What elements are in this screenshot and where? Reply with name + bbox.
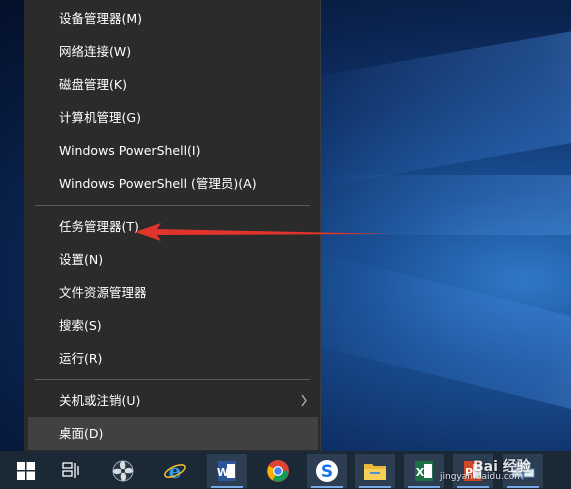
svg-text:X: X bbox=[416, 466, 425, 479]
active-app-indicator bbox=[211, 486, 243, 488]
excel-icon[interactable]: X bbox=[404, 454, 444, 488]
file-explorer-icon[interactable] bbox=[355, 454, 395, 488]
menu-item-desktop[interactable]: 桌面(D) bbox=[28, 417, 318, 450]
active-app-indicator bbox=[311, 486, 343, 488]
menu-item-network-connections[interactable]: 网络连接(W) bbox=[24, 35, 320, 68]
fan-app-icon[interactable] bbox=[103, 454, 143, 488]
sogou-icon[interactable]: S bbox=[307, 454, 347, 488]
menu-item-device-manager[interactable]: 设备管理器(M) bbox=[24, 2, 320, 35]
menu-item-file-explorer[interactable]: 文件资源管理器 bbox=[24, 276, 320, 309]
task-view-icon[interactable] bbox=[51, 454, 91, 488]
wallpaper-light-beam bbox=[290, 7, 571, 190]
windows-start-icon[interactable] bbox=[6, 454, 46, 488]
word-icon[interactable]: W bbox=[207, 454, 247, 488]
menu-separator bbox=[35, 379, 310, 380]
svg-text:S: S bbox=[321, 462, 333, 482]
menu-item-computer-management[interactable]: 计算机管理(G) bbox=[24, 101, 320, 134]
active-app-indicator bbox=[507, 486, 539, 488]
svg-text:e: e bbox=[169, 459, 182, 483]
menu-item-shutdown-signout[interactable]: 关机或注销(U) bbox=[24, 384, 320, 417]
baidu-jingyan-url: jingyan.baidu.com bbox=[440, 472, 524, 482]
menu-separator bbox=[35, 205, 310, 206]
red-annotation-arrow bbox=[135, 223, 394, 241]
active-app-indicator bbox=[408, 486, 440, 488]
menu-item-label: 关机或注销(U) bbox=[59, 393, 141, 408]
active-app-indicator bbox=[359, 486, 391, 488]
wallpaper-light-beam bbox=[289, 251, 571, 441]
menu-item-search[interactable]: 搜索(S) bbox=[24, 309, 320, 342]
menu-item-settings[interactable]: 设置(N) bbox=[24, 243, 320, 276]
menu-item-disk-management[interactable]: 磁盘管理(K) bbox=[24, 68, 320, 101]
menu-item-run[interactable]: 运行(R) bbox=[24, 342, 320, 375]
svg-text:W: W bbox=[217, 466, 229, 479]
menu-item-powershell-admin[interactable]: Windows PowerShell (管理员)(A) bbox=[24, 167, 320, 200]
chevron-right-icon bbox=[301, 394, 307, 407]
menu-item-powershell[interactable]: Windows PowerShell(I) bbox=[24, 134, 320, 167]
ie-browser-icon[interactable]: e bbox=[155, 454, 195, 488]
active-app-indicator bbox=[457, 486, 489, 488]
chrome-icon[interactable] bbox=[258, 454, 298, 488]
